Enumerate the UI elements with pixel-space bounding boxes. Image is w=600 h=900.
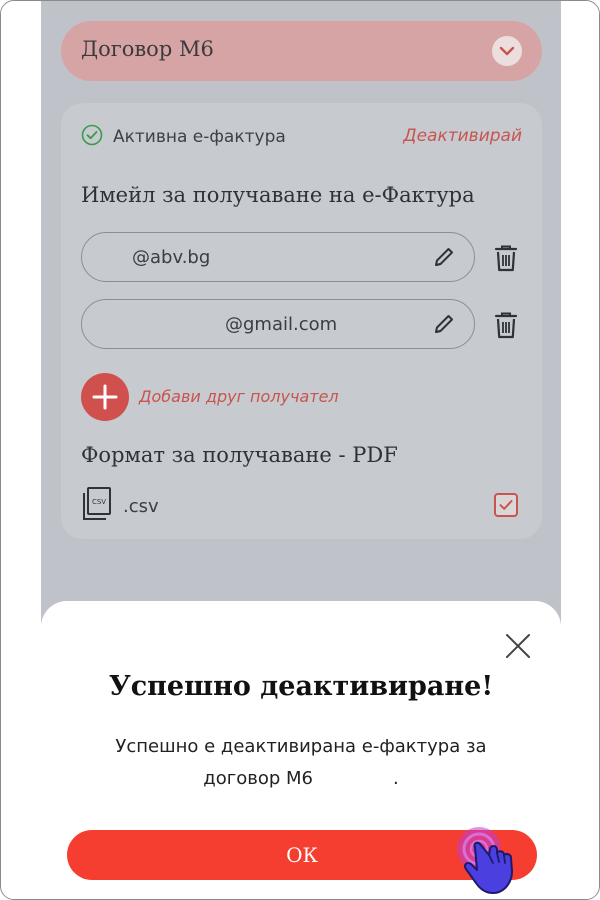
edit-pencil-icon[interactable] xyxy=(432,245,456,273)
edit-pencil-icon[interactable] xyxy=(432,312,456,340)
email-value: @gmail.com xyxy=(225,314,338,335)
format-title: Формат за получаване - PDF xyxy=(81,443,398,467)
email-field[interactable]: @gmail.com xyxy=(81,299,475,349)
dialog-title: Успешно деактивиране! xyxy=(108,671,494,702)
dialog-message-line-1: Успешно е деактивирана е-фактура за xyxy=(115,736,487,757)
svg-text:CSV: CSV xyxy=(92,498,106,506)
add-recipient-button[interactable] xyxy=(81,373,129,421)
dialog-message-line-2: договор М6. xyxy=(81,763,521,795)
deactivate-link[interactable]: Деактивирай xyxy=(403,126,522,146)
contract-name: договор М6 xyxy=(203,768,313,789)
status-label: Активна е-фактура xyxy=(113,127,286,147)
csv-format-label: .csv xyxy=(123,496,159,517)
email-field[interactable]: @abv.bg xyxy=(81,232,475,282)
left-margin xyxy=(1,1,41,899)
message-end: . xyxy=(392,768,399,789)
contract-dropdown[interactable]: Договор М6 xyxy=(61,21,542,81)
ok-button-label: ОК xyxy=(286,843,318,867)
email-value: @abv.bg xyxy=(132,247,211,268)
tap-hand-cursor-icon xyxy=(449,823,533,899)
right-margin xyxy=(561,1,599,899)
trash-icon[interactable] xyxy=(494,311,518,343)
csv-file-icon: CSV xyxy=(81,486,113,526)
dialog-message: Успешно е деактивирана е-фактура за дого… xyxy=(81,731,521,795)
email-section-title: Имейл за получаване на е-Фактура xyxy=(81,183,475,207)
check-circle-icon xyxy=(81,124,103,150)
checkmark-icon xyxy=(499,500,513,510)
screen-frame: Договор М6 Активна е-фактура Деактивирай… xyxy=(0,0,600,900)
contract-label: Договор М6 xyxy=(81,37,214,61)
trash-icon[interactable] xyxy=(494,244,518,276)
plus-icon xyxy=(92,384,118,410)
einvoice-card: Активна е-фактура Деактивирай Имейл за п… xyxy=(61,103,542,539)
close-icon[interactable] xyxy=(505,633,531,663)
status-row: Активна е-фактура xyxy=(81,124,286,150)
csv-checkbox[interactable] xyxy=(494,493,518,517)
add-recipient-label[interactable]: Добави друг получател xyxy=(139,387,339,406)
chevron-down-icon[interactable] xyxy=(492,36,522,66)
